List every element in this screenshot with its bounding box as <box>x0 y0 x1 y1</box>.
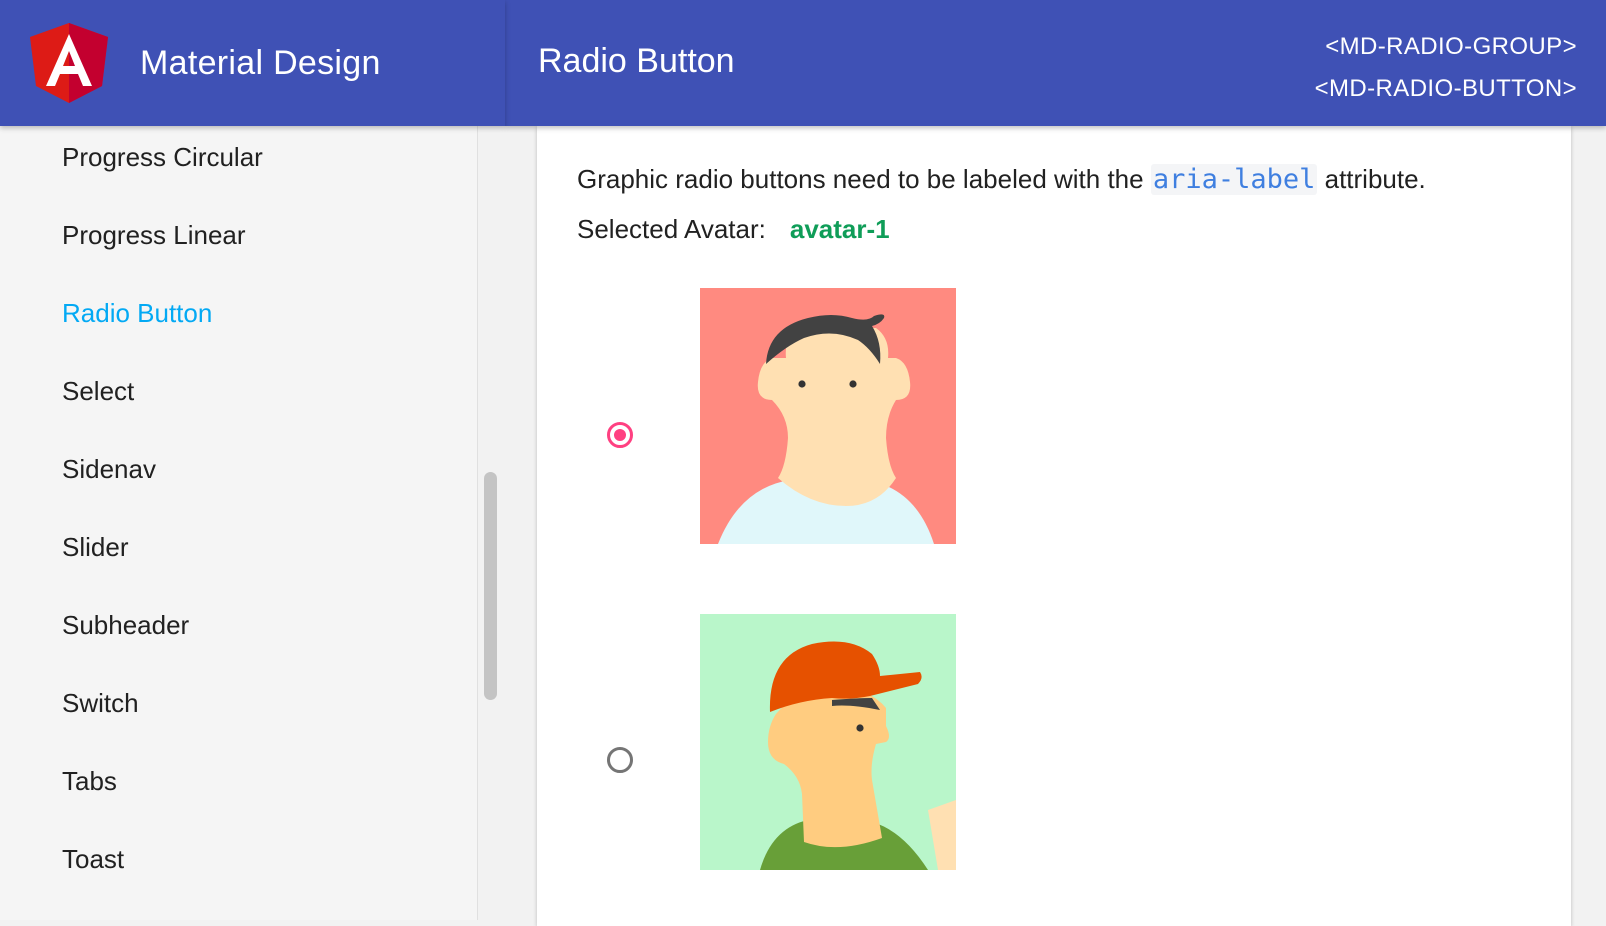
toolbar: Radio Button <MD-RADIO-GROUP> <MD-RADIO-… <box>505 0 1606 126</box>
demo-description: Graphic radio buttons need to be labeled… <box>577 164 1426 195</box>
radio-avatar-1[interactable] <box>607 422 633 448</box>
page-title: Radio Button <box>538 42 735 80</box>
sidebar-item-slider[interactable]: Slider <box>62 532 128 563</box>
demo-card: Graphic radio buttons need to be labeled… <box>537 126 1571 926</box>
aria-label-code: aria-label <box>1150 164 1318 195</box>
sidebar-item-subheader[interactable]: Subheader <box>62 610 189 641</box>
avatar-boy-icon[interactable] <box>700 288 956 544</box>
api-link-md-radio-group[interactable]: <MD-RADIO-GROUP> <box>1315 26 1577 68</box>
api-links: <MD-RADIO-GROUP> <MD-RADIO-BUTTON> <box>1315 26 1577 110</box>
description-text: Graphic radio buttons need to be labeled… <box>577 164 1151 194</box>
angular-logo-icon[interactable] <box>28 22 110 104</box>
sidebar-item-toast[interactable]: Toast <box>62 844 124 875</box>
brand-title: Material Design <box>140 43 381 82</box>
sidebar-item-tabs[interactable]: Tabs <box>62 766 117 797</box>
sidebar-header: Material Design <box>0 0 505 126</box>
sidebar-item-radio-button[interactable]: Radio Button <box>62 298 212 329</box>
selected-avatar-value: avatar-1 <box>789 214 890 244</box>
description-text-end: attribute. <box>1317 164 1426 194</box>
sidebar-item-progress-linear[interactable]: Progress Linear <box>62 220 246 251</box>
sidebar-item-switch[interactable]: Switch <box>62 688 139 719</box>
sidebar-item-progress-circular[interactable]: Progress Circular <box>62 142 263 173</box>
sidebar-scrollbar-thumb[interactable] <box>484 472 497 700</box>
radio-avatar-2[interactable] <box>607 747 633 773</box>
selected-avatar-row: Selected Avatar: avatar-1 <box>577 214 890 245</box>
sidebar-scrollbar[interactable] <box>477 126 505 920</box>
avatar-cap-icon[interactable] <box>700 614 956 870</box>
sidebar-item-select[interactable]: Select <box>62 376 134 407</box>
sidebar-item-sidenav[interactable]: Sidenav <box>62 454 156 485</box>
api-link-md-radio-button[interactable]: <MD-RADIO-BUTTON> <box>1315 68 1577 110</box>
sidebar-nav: Progress Circular Progress Linear Radio … <box>0 126 478 920</box>
selected-avatar-label: Selected Avatar: <box>577 214 766 244</box>
